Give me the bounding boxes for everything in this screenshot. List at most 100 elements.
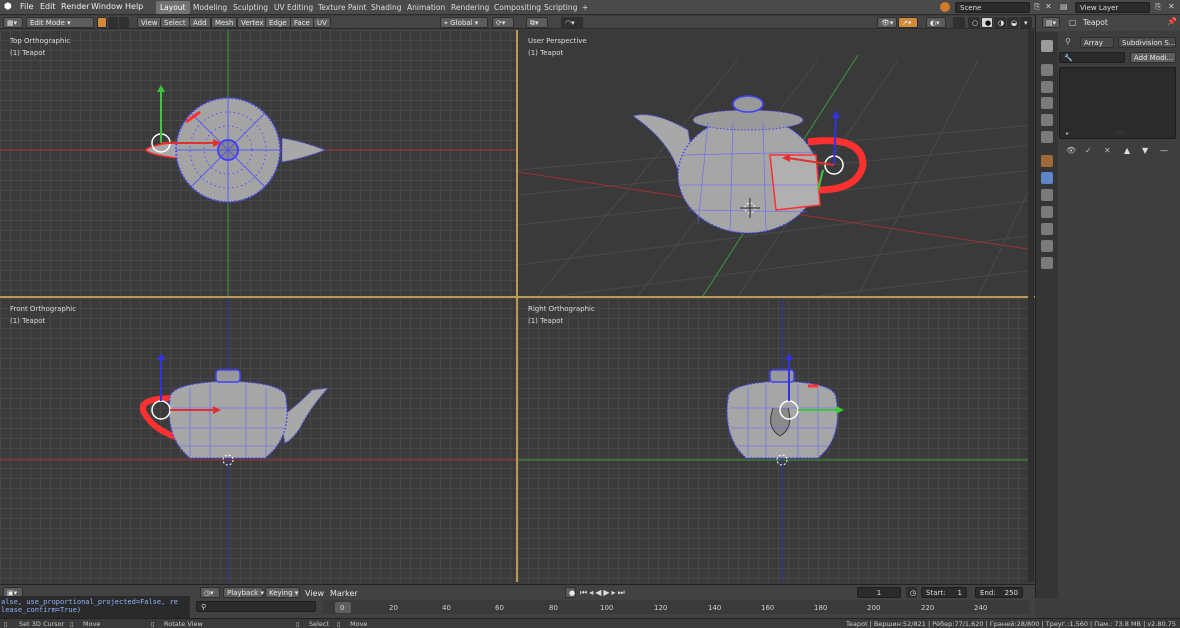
menu-window[interactable]: Window	[91, 2, 123, 11]
area-divider-horizontal[interactable]	[0, 296, 1035, 298]
timeline-sync-icon[interactable]: ◷▾	[200, 587, 220, 598]
preview-range-icon[interactable]: ◷	[906, 587, 917, 598]
add-modifier-button[interactable]: Add Modi...	[1130, 52, 1176, 63]
view-menu[interactable]: View	[137, 17, 162, 28]
uv-menu[interactable]: UV	[313, 17, 331, 28]
tab-rendering[interactable]: Rendering	[447, 1, 493, 14]
edge-select-icon[interactable]	[108, 17, 118, 28]
overlays-icon[interactable]: ◐▾	[926, 17, 946, 28]
output-tab-icon[interactable]	[1041, 81, 1053, 93]
visibility-icon[interactable]: 👁	[1066, 146, 1076, 155]
menu-help[interactable]: Help	[125, 2, 143, 11]
face-menu[interactable]: Face	[290, 17, 314, 28]
orientation-dropdown[interactable]: ⌖ Global ▾	[440, 17, 488, 28]
tab-array[interactable]: Array	[1080, 37, 1114, 48]
tab-sculpting[interactable]: Sculpting	[229, 1, 272, 14]
object-tab-icon[interactable]	[1041, 155, 1053, 167]
keying-menu[interactable]: Keying ▾	[265, 587, 300, 598]
playback-controls[interactable]: ⏮◂◀▶▸⏭	[580, 588, 627, 598]
select-menu[interactable]: Select	[160, 17, 190, 28]
tool-tab-icon[interactable]	[1041, 40, 1053, 52]
add-menu[interactable]: Add	[189, 17, 211, 28]
modifier-search-input[interactable]: 🔧	[1059, 52, 1125, 63]
tab-subdivision[interactable]: Subdivision S...	[1118, 37, 1176, 48]
edge-menu[interactable]: Edge	[265, 17, 291, 28]
scene-new-icon[interactable]: ⎘	[1034, 2, 1040, 12]
editor-type-button[interactable]: ▦▾	[3, 17, 23, 28]
timeline-search-input[interactable]: ⚲	[196, 601, 316, 612]
material-tab-icon[interactable]	[1041, 257, 1053, 269]
scene-close-icon[interactable]: ✕	[1045, 2, 1052, 11]
view-object-types-icon[interactable]: 👁▾	[877, 17, 897, 28]
tab-shading[interactable]: Shading	[367, 1, 405, 14]
record-icon[interactable]: ●	[565, 587, 576, 598]
tab-scripting[interactable]: Scripting	[540, 1, 581, 14]
tab-uv-editing[interactable]: UV Editing	[270, 1, 317, 14]
shading-wireframe-icon[interactable]: ○	[968, 17, 980, 28]
view-layer-close-icon[interactable]: ✕	[1168, 2, 1175, 11]
menu-render[interactable]: Render	[61, 2, 89, 11]
transform-gizmo-center	[151, 400, 171, 420]
tab-modeling[interactable]: Modeling	[189, 1, 231, 14]
start-frame-field[interactable]: Start: 1	[921, 587, 967, 598]
status-set-cursor: Set 3D Cursor	[19, 620, 65, 628]
end-frame-field[interactable]: End: 250	[975, 587, 1023, 598]
gizmo-icon[interactable]: ↗▾	[898, 17, 918, 28]
tab-layout[interactable]: Layout	[156, 1, 190, 14]
shading-rendered-icon[interactable]: ◒	[1007, 17, 1019, 28]
timeline-view-menu[interactable]: View	[305, 589, 324, 598]
viewport-perspective[interactable]: User Perspective (1) Teapot	[518, 30, 1034, 296]
properties-editor-type[interactable]: ▤▾	[1042, 17, 1060, 28]
render-tab-icon[interactable]	[1041, 64, 1053, 76]
current-frame-field[interactable]: 1	[857, 587, 901, 598]
shading-material-icon[interactable]: ◑	[994, 17, 1006, 28]
perspective-view-scene	[518, 54, 1034, 296]
vertex-select-icon[interactable]	[97, 17, 107, 28]
timeline-marker-menu[interactable]: Marker	[330, 589, 358, 598]
world-tab-icon[interactable]	[1041, 131, 1053, 143]
viewport-right[interactable]: Right Orthographic (1) Teapot	[518, 298, 1034, 582]
xray-icon[interactable]	[953, 17, 965, 28]
add-workspace-button[interactable]: +	[578, 1, 592, 14]
mode-dropdown[interactable]: Edit Mode ▾	[26, 17, 94, 28]
mesh-menu[interactable]: Mesh	[211, 17, 238, 28]
list-expand-icon[interactable]: ▸	[1066, 130, 1069, 137]
view-layer-field[interactable]: View Layer	[1075, 2, 1150, 13]
playback-menu[interactable]: Playback ▾	[223, 587, 264, 598]
collapse-icon[interactable]: —	[1160, 146, 1168, 155]
shading-options-icon[interactable]: ▾	[1020, 17, 1032, 28]
view-layer-tab-icon[interactable]	[1041, 97, 1053, 109]
constraints-tab-icon[interactable]	[1041, 223, 1053, 235]
physics-tab-icon[interactable]	[1041, 206, 1053, 218]
modifier-list[interactable]: ▸ ∷∷	[1059, 67, 1176, 139]
particles-tab-icon[interactable]	[1041, 189, 1053, 201]
move-down-icon[interactable]: ▼	[1142, 146, 1148, 155]
viewport-top[interactable]: Top Orthographic (1) Teapot	[0, 30, 516, 296]
shading-solid-icon[interactable]: ●	[981, 17, 993, 28]
view-layer-new-icon[interactable]: ⎘	[1155, 2, 1161, 12]
pin-icon[interactable]: 📌	[1167, 17, 1177, 26]
scene-tab-icon[interactable]	[1041, 114, 1053, 126]
menu-file[interactable]: File	[20, 2, 33, 11]
data-tab-icon[interactable]	[1041, 240, 1053, 252]
face-select-icon[interactable]	[119, 17, 129, 28]
apply-icon[interactable]: ✓	[1085, 146, 1092, 155]
scene-field[interactable]: Scene	[955, 2, 1030, 13]
list-resize-handle[interactable]: ∷∷	[1116, 130, 1124, 137]
vertex-menu[interactable]: Vertex	[237, 17, 268, 28]
proportional-edit-icon[interactable]: ◠▾	[561, 17, 583, 28]
pivot-dropdown[interactable]: ⟳▾	[492, 17, 514, 28]
tab-compositing[interactable]: Compositing	[490, 1, 545, 14]
modifier-tab-icon[interactable]	[1041, 172, 1053, 184]
area-divider-vertical[interactable]	[516, 30, 518, 582]
snap-dropdown[interactable]: ⧉▾	[526, 17, 548, 28]
move-up-icon[interactable]: ▲	[1124, 146, 1130, 155]
tab-texture-paint[interactable]: Texture Paint	[314, 1, 370, 14]
status-bar: ▯ Set 3D Cursor ▯ Move ▯ Rotate View ▯ S…	[0, 618, 1180, 628]
viewport-front[interactable]: Front Orthographic (1) Teapot	[0, 298, 516, 582]
tab-animation[interactable]: Animation	[403, 1, 449, 14]
blender-logo-icon[interactable]: ⬢	[4, 2, 12, 12]
menu-edit[interactable]: Edit	[40, 2, 56, 11]
viewport-scrollbar[interactable]	[1028, 30, 1034, 582]
remove-icon[interactable]: ✕	[1104, 146, 1111, 155]
